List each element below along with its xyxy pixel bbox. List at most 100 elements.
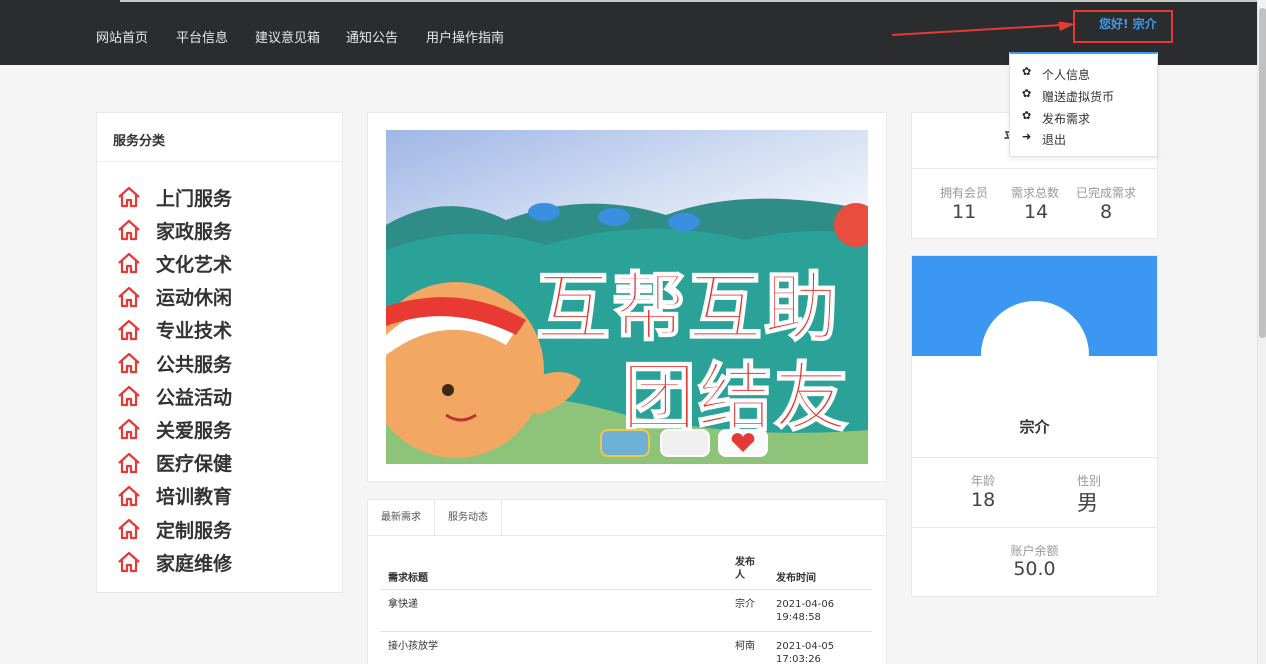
category-item[interactable]: 运动休闲 <box>117 284 232 310</box>
avatar[interactable] <box>981 301 1089 409</box>
balance-label: 账户余额 <box>1010 544 1059 558</box>
stat-value-total-demands: 14 <box>1024 201 1049 223</box>
logout-icon: ➜ <box>1022 130 1032 143</box>
demands-card: 最新需求 服务动态 需求标题 发布人 发布时间 拿快递 宗介 2021-04-0… <box>367 499 887 664</box>
row-publisher: 宗介 <box>735 599 755 610</box>
category-item[interactable]: 文化艺术 <box>117 250 232 276</box>
divider <box>380 631 872 632</box>
divider <box>912 527 1157 528</box>
home-icon <box>118 319 140 340</box>
col-header-title: 需求标题 <box>388 573 428 584</box>
demand-tabs: 最新需求 服务动态 <box>368 500 886 536</box>
service-category-card: 服务分类 上门服务家政服务文化艺术运动休闲专业技术公共服务公益活动关爱服务医疗保… <box>96 112 343 593</box>
menu-item-label: 退出 <box>1042 133 1067 147</box>
divider <box>912 457 1157 458</box>
home-icon <box>118 518 140 540</box>
row-time: 17:03:26 <box>776 654 821 664</box>
category-label: 培训教育 <box>156 486 233 509</box>
row-date: 2021-04-06 <box>776 599 835 610</box>
gear-icon: ✿ <box>1022 109 1032 122</box>
user-greeting-menu[interactable]: 您好! 宗介 <box>1099 15 1157 32</box>
divider <box>97 161 342 162</box>
category-item[interactable]: 家政服务 <box>117 217 232 243</box>
carousel-thumb-1[interactable] <box>600 429 650 457</box>
category-item[interactable]: 培训教育 <box>117 483 232 509</box>
annotation-arrow-icon <box>892 22 1075 36</box>
carousel-thumb-2[interactable] <box>660 429 710 457</box>
divider <box>912 168 1157 169</box>
menu-item-label: 个人信息 <box>1042 68 1091 82</box>
category-label: 关爱服务 <box>156 419 233 442</box>
carousel-thumb-3[interactable] <box>718 429 768 457</box>
nav-suggestion-box[interactable]: 建议意见箱 <box>255 27 320 46</box>
nav-user-guide[interactable]: 用户操作指南 <box>426 27 504 46</box>
category-label: 定制服务 <box>156 519 233 542</box>
home-icon <box>118 419 140 440</box>
menu-item-label: 发布需求 <box>1042 112 1091 126</box>
nav-home[interactable]: 网站首页 <box>96 27 148 46</box>
gear-icon: ✿ <box>1022 65 1032 78</box>
divider <box>380 589 872 590</box>
home-icon <box>118 452 140 473</box>
col-header-time: 发布时间 <box>776 573 816 584</box>
row-title: 拿快递 <box>388 599 418 610</box>
tab-service-updates[interactable]: 服务动态 <box>435 500 502 536</box>
category-item[interactable]: 专业技术 <box>117 317 232 343</box>
user-dropdown-menu: ✿ 个人信息 ✿ 赠送虚拟货币 ✿ 发布需求 ➜ 退出 <box>1009 52 1158 157</box>
category-label: 家政服务 <box>156 220 233 243</box>
row-time: 19:48:58 <box>776 612 821 623</box>
home-icon <box>118 485 140 506</box>
category-label: 运动休闲 <box>156 287 233 310</box>
menu-item-post-demand[interactable]: ✿ 发布需求 <box>1022 109 1091 127</box>
home-icon <box>118 552 140 573</box>
row-title: 接小孩放学 <box>388 641 438 652</box>
stat-value-members: 11 <box>952 201 977 223</box>
home-icon <box>118 286 140 307</box>
category-label: 公共服务 <box>156 353 233 376</box>
home-icon <box>118 220 140 241</box>
home-icon <box>118 352 140 374</box>
category-title: 服务分类 <box>113 134 166 149</box>
home-icon <box>118 186 140 208</box>
category-label: 文化艺术 <box>156 253 233 276</box>
balance-value: 50.0 <box>1013 558 1056 580</box>
user-profile-card: 宗介 年龄 性别 18 男 账户余额 50.0 <box>911 255 1158 597</box>
category-item[interactable]: 关爱服务 <box>117 416 232 442</box>
category-item[interactable]: 定制服务 <box>117 516 232 542</box>
stat-label-completed: 已完成需求 <box>1076 186 1137 200</box>
banner-card: 互帮互助 团结友 <box>367 112 887 482</box>
category-item[interactable]: 公益活动 <box>117 383 232 409</box>
age-value: 18 <box>971 489 996 511</box>
age-label: 年龄 <box>971 474 996 488</box>
stat-value-completed: 8 <box>1100 201 1113 223</box>
tab-latest-demands[interactable]: 最新需求 <box>368 500 435 536</box>
category-item[interactable]: 医疗保健 <box>117 450 232 476</box>
col-header-publisher: 发布人 <box>735 557 755 581</box>
category-label: 上门服务 <box>156 187 233 210</box>
carousel-banner[interactable]: 互帮互助 团结友 <box>386 130 868 464</box>
scrollbar-thumb[interactable] <box>1259 8 1266 338</box>
category-label: 专业技术 <box>156 320 233 343</box>
heart-icon <box>731 433 755 452</box>
category-label: 公益活动 <box>156 386 233 409</box>
row-date: 2021-04-05 <box>776 641 835 652</box>
stat-label-total-demands: 需求总数 <box>1011 186 1060 200</box>
category-item[interactable]: 家庭维修 <box>117 549 232 575</box>
category-item[interactable]: 公共服务 <box>117 350 232 376</box>
category-item[interactable]: 上门服务 <box>117 184 232 210</box>
menu-item-gift-currency[interactable]: ✿ 赠送虚拟货币 <box>1022 87 1115 105</box>
nav-platform-info[interactable]: 平台信息 <box>176 27 228 46</box>
profile-name: 宗介 <box>1019 418 1050 436</box>
menu-item-profile[interactable]: ✿ 个人信息 <box>1022 65 1091 83</box>
menu-item-logout[interactable]: ➜ 退出 <box>1022 130 1067 148</box>
nav-announcements[interactable]: 通知公告 <box>346 27 398 46</box>
gear-icon: ✿ <box>1022 87 1032 100</box>
row-publisher: 柯南 <box>735 641 755 652</box>
home-icon <box>118 253 140 274</box>
menu-item-label: 赠送虚拟货币 <box>1042 90 1115 104</box>
category-label: 医疗保健 <box>156 453 233 476</box>
page-scrollbar[interactable] <box>1257 0 1266 664</box>
gender-value: 男 <box>1077 491 1098 515</box>
top-edge-line <box>120 0 1257 2</box>
category-label: 家庭维修 <box>156 552 233 575</box>
